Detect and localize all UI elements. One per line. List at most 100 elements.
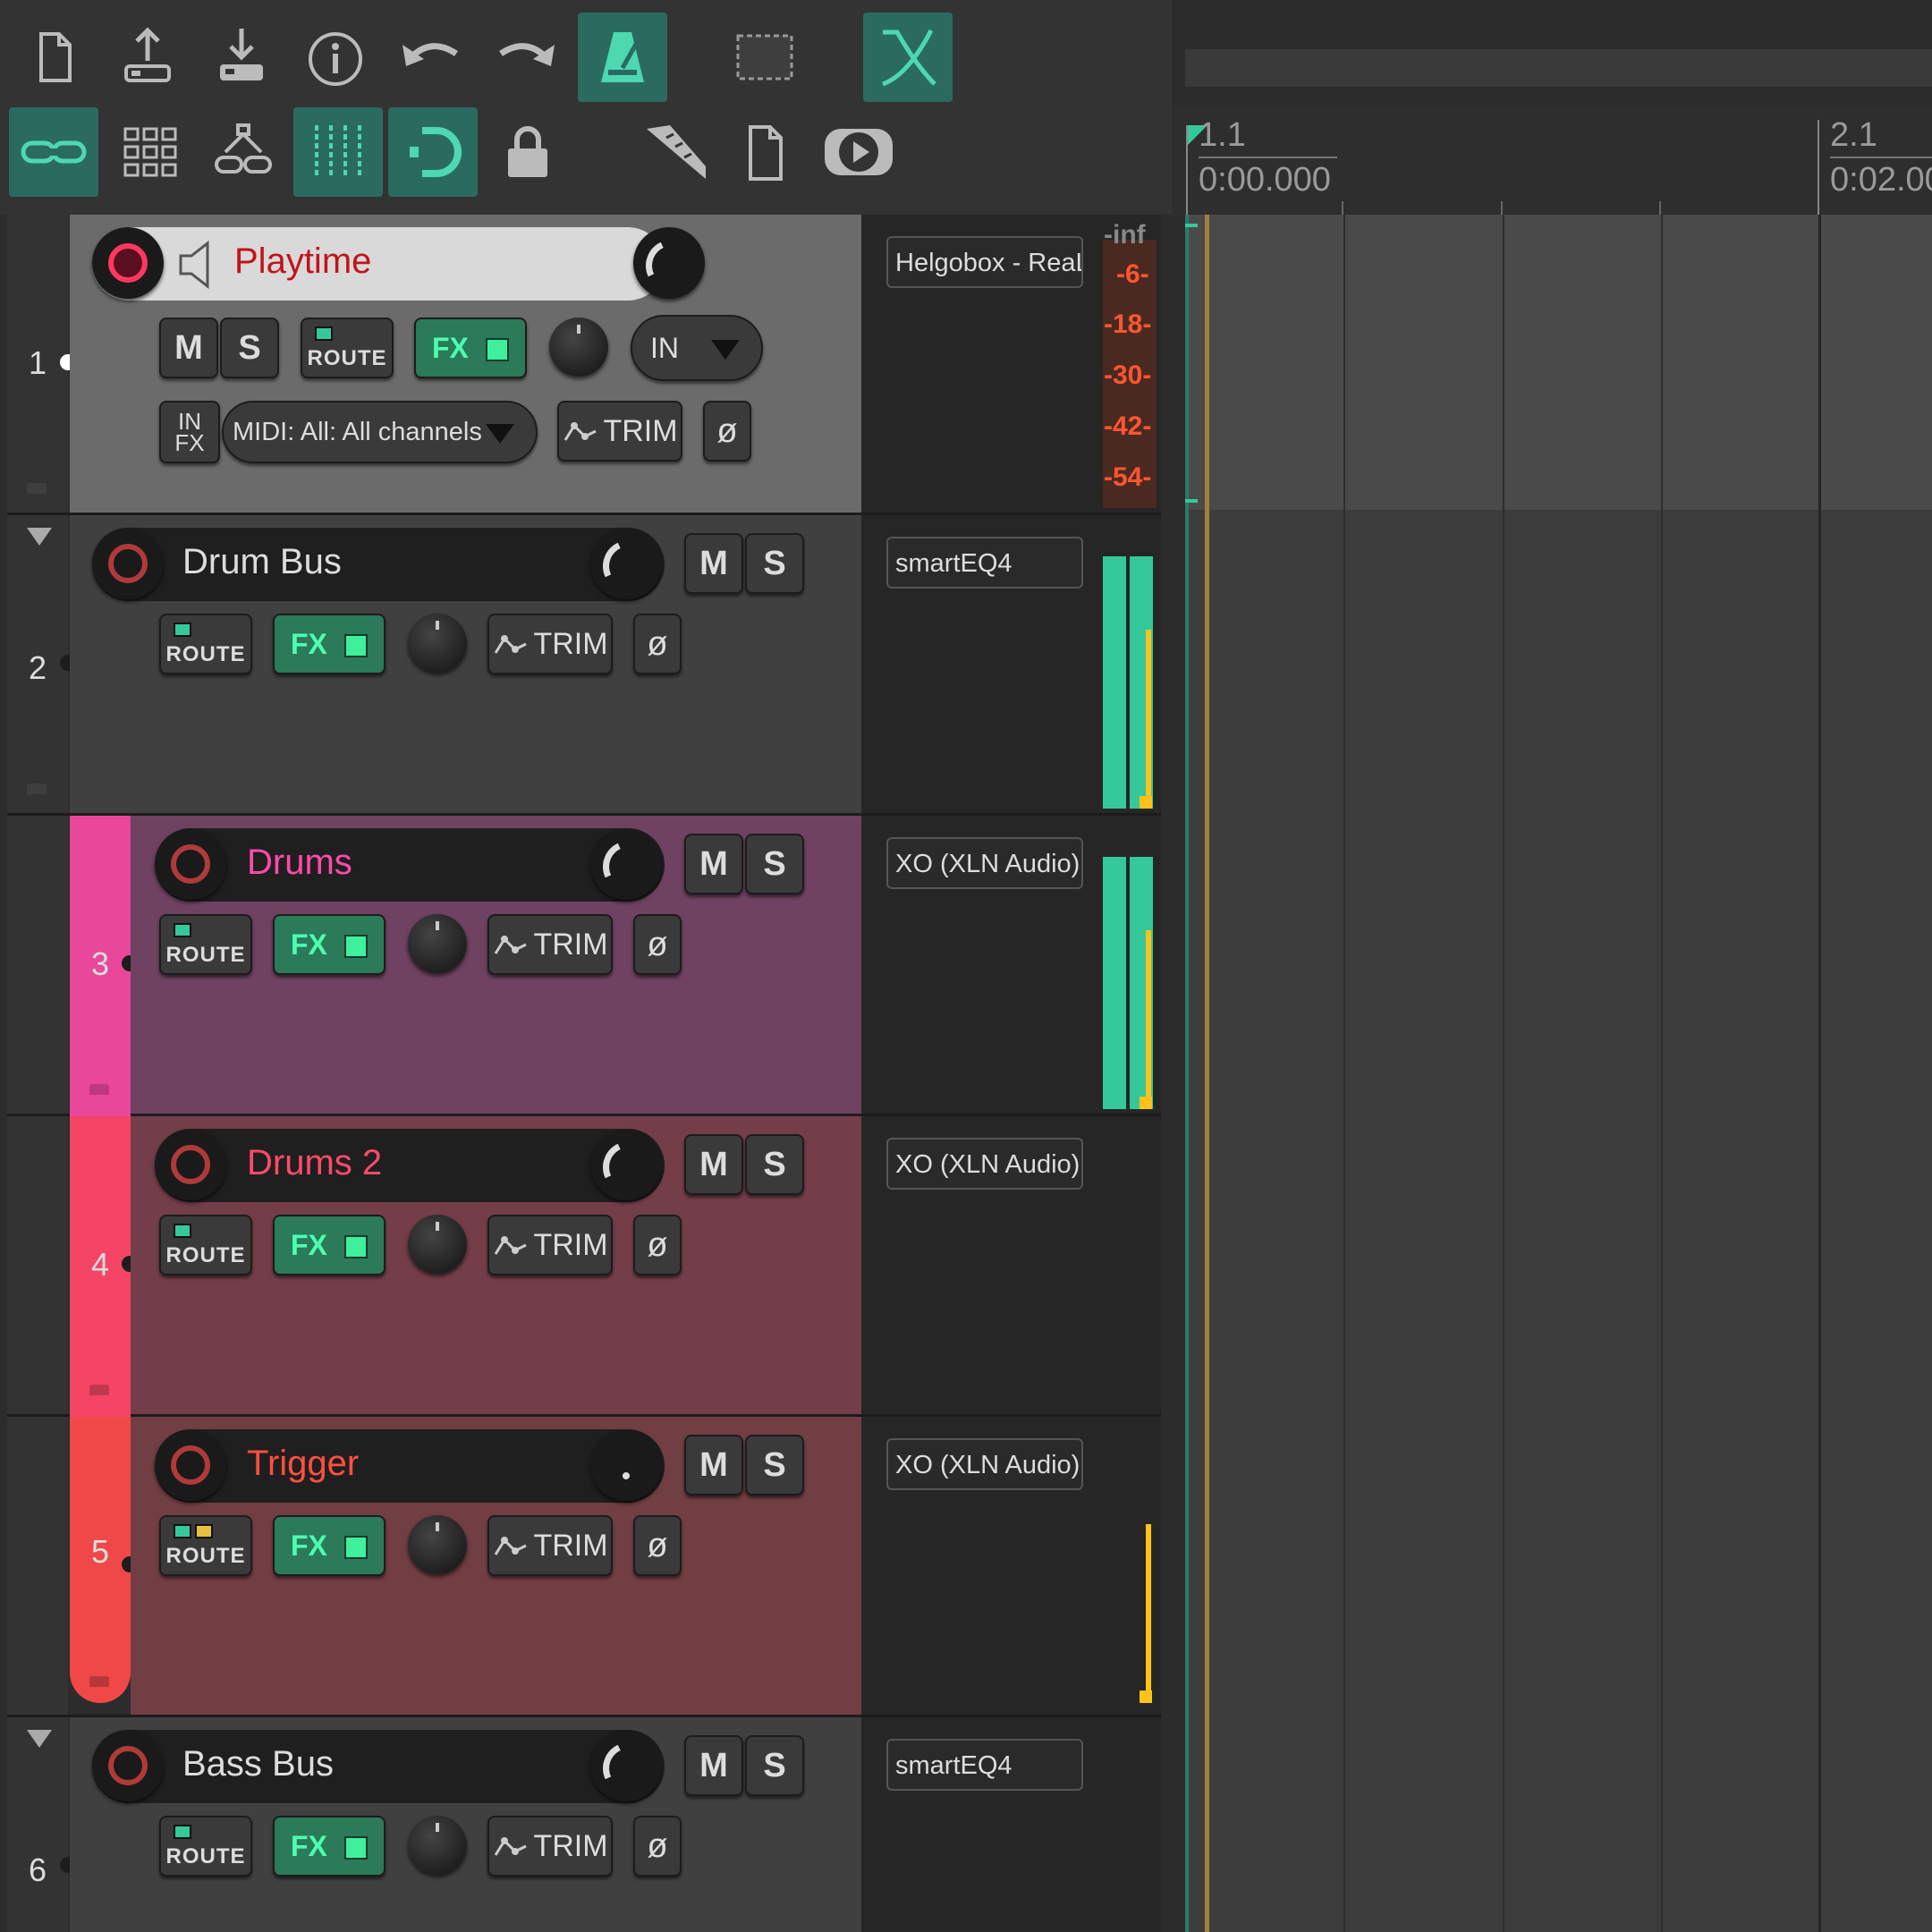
timeline-ruler[interactable]: 1.1 0:00.000 2.1 0:02.00 [1172,107,1932,216]
folder-collapse-icon[interactable] [27,528,52,546]
lock-icon[interactable] [483,107,572,197]
fx-button[interactable]: FX [273,914,386,975]
mute-button[interactable]: M [684,834,743,894]
crossfade-icon[interactable] [863,13,953,102]
fx-slot[interactable]: Helgobox - ReaL [886,236,1083,288]
fx-slot[interactable]: smartEQ4 [886,537,1083,589]
track-6[interactable]: 6 Bass Bus M S ROUTE FX TRIM ø smartEQ4 [7,1717,1161,1932]
mute-button[interactable]: M [684,1735,743,1796]
fx-button[interactable]: FX [273,1515,386,1576]
record-arm-button[interactable] [155,828,226,900]
ruler-icon[interactable] [631,107,720,197]
record-arm-button[interactable] [92,1730,164,1801]
fx-slot[interactable]: XO (XLN Audio) [886,1138,1083,1190]
document-icon[interactable] [720,107,809,197]
pan-knob[interactable] [549,318,608,377]
volume-knob[interactable] [633,227,705,299]
solo-button[interactable]: S [220,318,279,378]
grid-snap-icon[interactable] [106,107,195,197]
phase-invert-button[interactable]: ø [633,1816,682,1877]
save-upload-icon[interactable] [103,13,192,102]
record-arm-button[interactable] [92,227,164,299]
playhead[interactable] [1205,215,1209,1932]
arrange-view[interactable] [1185,215,1932,1932]
phase-invert-button[interactable]: ø [633,914,682,975]
download-icon[interactable] [197,13,286,102]
volume-knob[interactable] [590,1730,662,1801]
trim-button[interactable]: TRIM [487,1816,613,1877]
pan-knob[interactable] [408,1215,467,1274]
track-name-bar[interactable] [155,1429,665,1503]
solo-button[interactable]: S [745,1134,804,1195]
route-button[interactable]: ROUTE [159,614,252,674]
fx-button[interactable]: FX [273,1215,386,1275]
route-button[interactable]: ROUTE [301,318,394,378]
solo-button[interactable]: S [745,834,804,894]
track-2[interactable]: 2 Drum Bus M S ROUTE FX TRIM ø smartEQ4 [7,515,1161,816]
route-button[interactable]: ROUTE [159,1215,252,1275]
trim-button[interactable]: TRIM [487,914,613,975]
pan-knob[interactable] [408,1816,467,1875]
fx-button[interactable]: FX [414,318,527,378]
phase-invert-button[interactable]: ø [633,1215,682,1275]
phase-invert-button[interactable]: ø [703,401,751,462]
grid-lines-icon[interactable] [293,107,383,197]
volume-knob[interactable] [590,1429,662,1501]
pan-knob[interactable] [408,914,467,973]
link-icon[interactable] [9,107,98,197]
trim-button[interactable]: TRIM [487,614,613,674]
fx-button[interactable]: FX [273,614,386,674]
mute-button[interactable]: M [684,1134,743,1195]
track-4[interactable]: 4 Drums 2 M S ROUTE FX TRIM ø XO (XLN Au… [7,1116,1161,1417]
redo-icon[interactable] [483,13,572,102]
marquee-select-icon[interactable] [720,13,809,102]
midi-input-dropdown[interactable]: MIDI: All: All channels [222,401,538,463]
solo-button[interactable]: S [745,533,804,594]
track-name[interactable]: Bass Bus [182,1744,334,1784]
pan-knob[interactable] [408,1515,467,1574]
trim-button[interactable]: TRIM [557,401,682,462]
volume-knob[interactable] [590,528,662,599]
folder-collapse-icon[interactable] [27,1730,52,1748]
route-button[interactable]: ROUTE [159,1816,252,1877]
track-name[interactable]: Playtime [234,242,371,282]
route-button[interactable]: ROUTE [159,1515,252,1576]
transport-play-icon[interactable] [814,107,903,197]
fx-slot[interactable]: XO (XLN Audio) [886,837,1083,889]
mute-button[interactable]: M [159,318,218,378]
phase-invert-button[interactable]: ø [633,614,682,674]
undo-icon[interactable] [385,13,474,102]
metronome-icon[interactable] [578,13,667,102]
phase-invert-button[interactable]: ø [633,1515,682,1576]
track-name[interactable]: Drums 2 [247,1143,382,1183]
horizontal-scrollbar[interactable] [1185,49,1932,87]
info-icon[interactable] [291,13,380,102]
record-arm-button[interactable] [155,1429,226,1501]
fx-slot[interactable]: smartEQ4 [886,1739,1083,1791]
mute-button[interactable]: M [684,1435,743,1496]
solo-button[interactable]: S [745,1435,804,1496]
loop-icon[interactable] [388,107,478,197]
track-1[interactable]: 1 Playtime M S ROUTE FX IN IN FX MIDI: A… [7,215,1161,515]
track-name[interactable]: Drums [247,843,352,883]
volume-knob[interactable] [590,828,662,900]
solo-button[interactable]: S [745,1735,804,1796]
mute-button[interactable]: M [684,533,743,594]
record-arm-button[interactable] [155,1129,226,1200]
trim-button[interactable]: TRIM [487,1215,613,1275]
input-select-dropdown[interactable]: IN [631,315,763,381]
volume-knob[interactable] [590,1129,662,1200]
track-name-bar[interactable] [155,1129,665,1202]
track-name-bar[interactable] [155,828,665,902]
track-name[interactable]: Trigger [247,1444,359,1484]
track-name-bar[interactable] [92,1730,665,1803]
fx-slot[interactable]: XO (XLN Audio) [886,1438,1083,1490]
track-5[interactable]: 5 Trigger M S ROUTE FX TRIM ø XO (XLN Au… [7,1417,1161,1717]
track-name[interactable]: Drum Bus [182,542,342,582]
route-button[interactable]: ROUTE [159,914,252,975]
input-fx-button[interactable]: IN FX [159,401,220,463]
new-project-icon[interactable] [9,13,98,102]
track-3[interactable]: 3 Drums M S ROUTE FX TRIM ø XO (XLN Audi… [7,816,1161,1116]
record-arm-button[interactable] [92,528,164,599]
fx-button[interactable]: FX [273,1816,386,1877]
